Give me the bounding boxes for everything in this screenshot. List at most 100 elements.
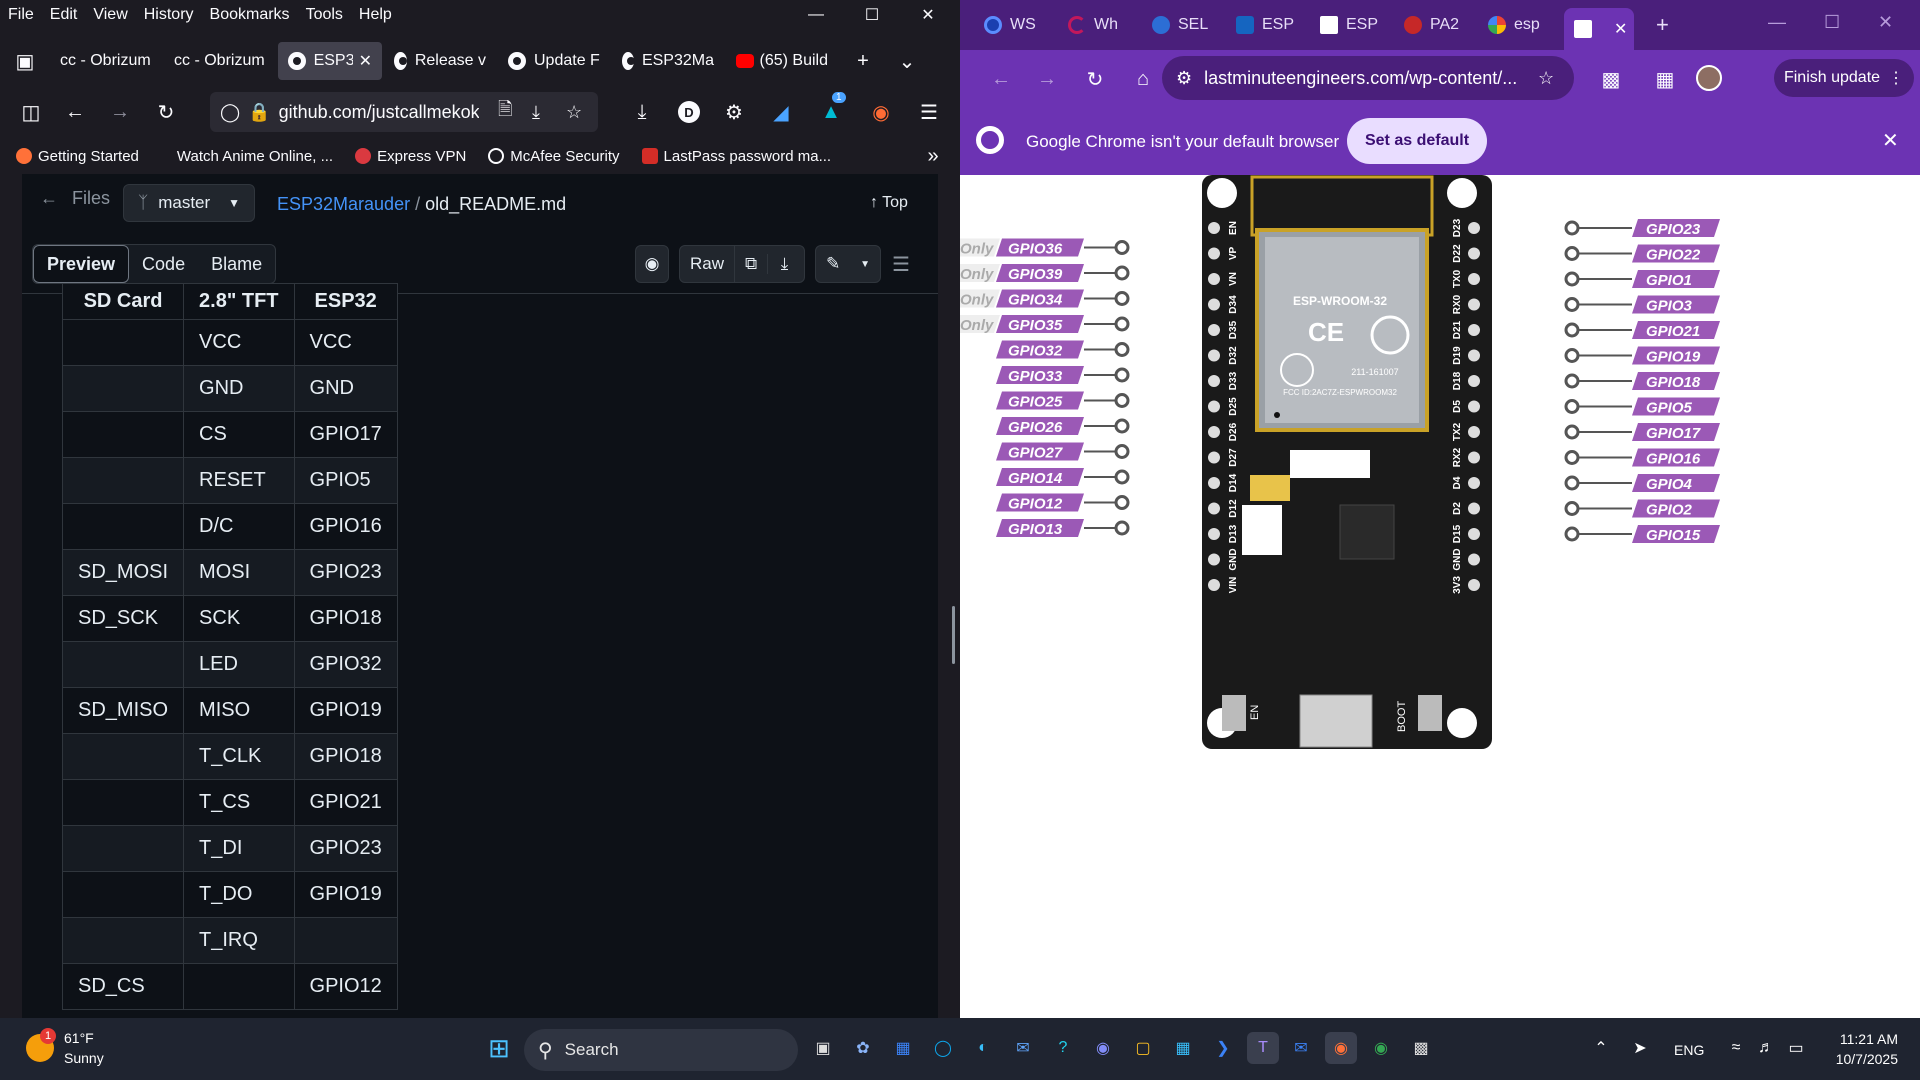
weather-condition[interactable]: Sunny bbox=[64, 1050, 104, 1066]
lock-icon[interactable]: 🔒 bbox=[248, 102, 270, 123]
chrome-omnibox[interactable]: ⚙ lastminuteengineers.com/wp-content/...… bbox=[1162, 56, 1574, 100]
url-text[interactable]: github.com/justcallmekok bbox=[279, 102, 479, 123]
tab-overview-icon[interactable]: ▣ bbox=[8, 44, 42, 78]
menu-bookmarks[interactable]: Bookmarks bbox=[202, 6, 298, 24]
chrome-tab-1[interactable]: WS bbox=[984, 8, 1044, 42]
branch-selector[interactable]: ᛉ master ▼ bbox=[123, 184, 255, 222]
reload-icon[interactable]: ↻ bbox=[1078, 62, 1112, 96]
url-bar[interactable]: ◯ 🔒 github.com/justcallmekok 🗎 ⤓ ☆ bbox=[210, 92, 598, 132]
menu-history[interactable]: History bbox=[136, 6, 202, 24]
menu-file[interactable]: File bbox=[0, 6, 42, 24]
tab-update[interactable]: Update F bbox=[498, 42, 610, 80]
reload-icon[interactable]: ↻ bbox=[149, 95, 183, 129]
extension-mask-icon[interactable]: ◉ bbox=[864, 95, 898, 129]
task-view-icon[interactable]: ▣ bbox=[807, 1032, 839, 1064]
pencil-icon[interactable]: ✎ bbox=[826, 254, 840, 274]
volume-icon[interactable]: ♬ bbox=[1750, 1032, 1782, 1064]
save-page-icon[interactable]: ⤓ bbox=[532, 102, 540, 123]
chrome-tab-7[interactable]: esp bbox=[1488, 8, 1548, 42]
bookmark-star-icon[interactable]: ☆ bbox=[1538, 68, 1554, 89]
vscode-icon[interactable]: ❯ bbox=[1207, 1032, 1239, 1064]
close-icon[interactable]: ✕ bbox=[900, 0, 956, 30]
edge-icon[interactable]: ◯ bbox=[927, 1032, 959, 1064]
tray-overflow-icon[interactable]: ⌃ bbox=[1585, 1032, 1617, 1064]
menu-help[interactable]: Help bbox=[351, 6, 400, 24]
copy-icon[interactable]: ⧉ bbox=[735, 254, 769, 274]
top-button[interactable]: ↑ Top bbox=[870, 194, 908, 212]
tab-blame[interactable]: Blame bbox=[198, 245, 275, 283]
forward-icon[interactable]: → bbox=[103, 95, 137, 129]
tab-preview[interactable]: Preview bbox=[33, 245, 130, 283]
bookmark-express-vpn[interactable]: Express VPN bbox=[355, 148, 466, 165]
bookmark-watch-anime[interactable]: Watch Anime Online, ... bbox=[177, 148, 333, 165]
copilot-icon[interactable]: ◉ bbox=[635, 245, 669, 283]
menu-edit[interactable]: Edit bbox=[42, 6, 86, 24]
windows-start-icon[interactable]: ⊞ bbox=[483, 1032, 515, 1064]
chrome-taskbar-icon[interactable]: ◉ bbox=[1365, 1032, 1397, 1064]
maximize-icon[interactable]: ☐ bbox=[844, 0, 900, 30]
taskbar-search[interactable]: ⚲ Search bbox=[524, 1029, 798, 1071]
bookmark-star-icon[interactable]: ☆ bbox=[566, 102, 582, 123]
menu-view[interactable]: View bbox=[85, 6, 135, 24]
bookmark-lastpass[interactable]: LastPass password ma... bbox=[641, 148, 831, 165]
outline-list-icon[interactable]: ☰ bbox=[892, 252, 910, 277]
clock-time[interactable]: 11:21 AM bbox=[1828, 1031, 1898, 1047]
boot-button[interactable] bbox=[1418, 695, 1442, 731]
microsoft-store-icon[interactable]: ▦ bbox=[887, 1032, 919, 1064]
language-indicator[interactable]: ENG bbox=[1674, 1042, 1704, 1058]
extension-arrow-icon[interactable]: ◢ bbox=[764, 95, 798, 129]
back-icon[interactable]: ← bbox=[984, 62, 1018, 96]
more-vert-icon[interactable]: ⋮ bbox=[1888, 68, 1904, 88]
chrome-tab-3[interactable]: SEL bbox=[1152, 8, 1212, 42]
teams-icon[interactable]: T bbox=[1247, 1032, 1279, 1064]
clock-date[interactable]: 10/7/2025 bbox=[1828, 1051, 1898, 1067]
forward-icon[interactable]: → bbox=[1030, 62, 1064, 96]
minimize-icon[interactable]: — bbox=[1768, 12, 1786, 33]
help-icon[interactable]: ? bbox=[1047, 1032, 1079, 1064]
url-text[interactable]: lastminuteengineers.com/wp-content/... bbox=[1204, 68, 1517, 89]
hamburger-menu-icon[interactable]: ☰ bbox=[912, 95, 946, 129]
raw-button[interactable]: Raw bbox=[680, 246, 736, 282]
chrome-tab-5[interactable]: ESP bbox=[1320, 8, 1380, 42]
bookmarks-overflow-icon[interactable]: » bbox=[916, 139, 950, 173]
minimize-icon[interactable]: — bbox=[788, 0, 844, 30]
weather-temp[interactable]: 61°F bbox=[64, 1030, 94, 1046]
bookmark-mcafee[interactable]: McAfee Security bbox=[488, 148, 620, 165]
battery-icon[interactable]: ▭ bbox=[1780, 1032, 1812, 1064]
maximize-icon[interactable]: ☐ bbox=[1824, 12, 1840, 33]
tab-close-icon[interactable]: ✕ bbox=[1614, 19, 1627, 39]
shield-icon[interactable]: ◯ bbox=[220, 102, 240, 123]
tab-youtube[interactable]: (65) Build bbox=[726, 42, 838, 80]
mail-icon[interactable]: ✉ bbox=[1007, 1032, 1039, 1064]
cast-search-icon[interactable]: ▦ bbox=[1648, 62, 1682, 96]
extensions-puzzle-icon[interactable]: ▩ bbox=[1594, 62, 1628, 96]
terminal-icon[interactable]: ▩ bbox=[1405, 1032, 1437, 1064]
download-icon[interactable]: ⤓ bbox=[768, 254, 801, 274]
caret-down-icon[interactable]: ▼ bbox=[860, 259, 870, 270]
tab-obrizum-2[interactable]: cc - Obrizum bbox=[164, 42, 276, 80]
set-as-default-button[interactable]: Set as default bbox=[1347, 118, 1487, 164]
tab-list-chevron-icon[interactable]: ⌄ bbox=[890, 44, 924, 78]
extensions-icon[interactable]: ⚙ bbox=[717, 95, 751, 129]
copilot-icon[interactable]: ✿ bbox=[847, 1032, 879, 1064]
tab-close-icon[interactable]: ✕ bbox=[359, 51, 372, 71]
discord-icon[interactable]: ◉ bbox=[1087, 1032, 1119, 1064]
downloads-icon[interactable]: ⤓ bbox=[625, 95, 659, 129]
wifi-icon[interactable]: ≈ bbox=[1720, 1032, 1752, 1064]
scrollbar-thumb[interactable] bbox=[952, 606, 955, 664]
files-button[interactable]: ← Files bbox=[40, 188, 110, 209]
tab-esp32-active[interactable]: ESP32l ✕ bbox=[278, 42, 382, 80]
outlook-icon[interactable]: ✉ bbox=[1285, 1032, 1317, 1064]
file-explorer-icon[interactable]: ▢ bbox=[1127, 1032, 1159, 1064]
new-tab-icon[interactable]: + bbox=[846, 44, 880, 78]
sidebar-icon[interactable]: ◫ bbox=[14, 95, 48, 129]
reader-view-icon[interactable]: 🗎 bbox=[498, 97, 512, 127]
calendar-icon[interactable]: ▦ bbox=[1167, 1032, 1199, 1064]
account-avatar[interactable]: D bbox=[678, 101, 700, 123]
repo-link[interactable]: ESP32Marauder bbox=[277, 194, 410, 214]
chrome-tab-6[interactable]: PA2 bbox=[1404, 8, 1464, 42]
bookmark-getting-started[interactable]: Getting Started bbox=[16, 148, 139, 165]
new-tab-icon[interactable]: + bbox=[1656, 12, 1669, 38]
tab-esp32ma[interactable]: ESP32Ma bbox=[612, 42, 724, 80]
chrome-tab-4[interactable]: ESP bbox=[1236, 8, 1296, 42]
